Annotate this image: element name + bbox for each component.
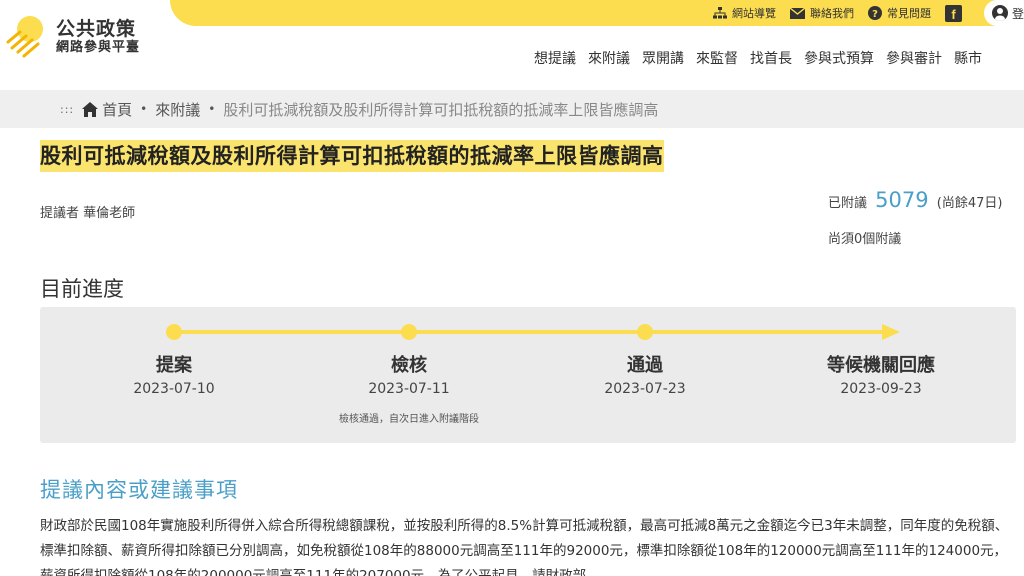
step-date: 2023-07-23 [604,381,686,397]
sitemap-link[interactable]: 網站導覽 [713,5,776,21]
contact-link[interactable]: 聯絡我們 [790,5,854,21]
faq-label: 常見問題 [887,7,931,20]
nav-item-endorse[interactable]: 來附議 [588,48,630,68]
nav-item-forum[interactable]: 眾開講 [642,48,684,68]
progress-panel: 提案 2023-07-10 檢核 2023-07-11 檢核通過，自次日進入附議… [40,307,1016,443]
site-logo[interactable]: 公共政策 網路參與平臺 [6,14,140,60]
logo-mark-icon [6,14,48,60]
progress-arrow-icon [882,324,900,340]
progress-title: 目前進度 [40,277,124,301]
proposer-info: 提議者 華倫老師 [40,206,136,221]
nav-item-budget[interactable]: 參與式預算 [804,48,874,68]
breadcrumb-separator: • [208,102,216,116]
login-button[interactable]: 登 [984,0,1024,26]
step-dot [401,324,417,340]
top-utility-bar: 網站導覽 聯絡我們 ? 常見問題 f 登 [170,0,1024,26]
mail-icon [790,7,805,19]
contact-label: 聯絡我們 [810,7,854,20]
content-section-title: 提議內容或建議事項 [40,478,238,502]
main-nav: 想提議 來附議 眾開講 來監督 找首長 參與式預算 參與審計 縣市 [534,48,994,68]
step-note: 檢核通過，自次日進入附議階段 [339,414,479,425]
nav-item-officials[interactable]: 找首長 [750,48,792,68]
step-name: 檢核 [391,355,427,376]
facebook-icon[interactable]: f [945,4,962,22]
signed-count: 5079 [875,188,929,212]
page-title: 股利可抵減稅額及股利所得計算可扣抵稅額的抵減率上限皆應調高 [40,140,664,172]
faq-link[interactable]: ? 常見問題 [868,5,931,21]
breadcrumb-separator: • [140,102,148,116]
step-date: 2023-07-11 [368,381,450,397]
breadcrumb-bar: ::: 首頁 • 來附議 • 股利可抵減稅額及股利所得計算可扣抵稅額的抵減率上限… [0,90,1024,128]
step-name: 提案 [156,355,192,376]
home-icon[interactable] [82,101,99,117]
signed-label: 已附議 [828,196,868,211]
step-name: 等候機關回應 [827,355,935,376]
signatures-needed: 尚須0個附議 [828,232,902,247]
step-dot [637,324,653,340]
sitemap-label: 網站導覽 [732,7,776,20]
step-name: 通過 [627,355,663,376]
nav-item-monitor[interactable]: 來監督 [696,48,738,68]
accesskey-marker[interactable]: ::: [60,103,74,116]
logo-title: 公共政策 [56,18,137,40]
user-icon [992,5,1008,21]
svg-text:?: ? [872,9,878,20]
breadcrumb-current: 股利可抵減稅額及股利所得計算可扣抵稅額的抵減率上限皆應調高 [223,100,659,119]
step-dot [166,324,182,340]
nav-item-propose[interactable]: 想提議 [534,48,576,68]
signature-count: 已附議 5079 (尚餘47日) [828,188,1002,212]
nav-item-audit[interactable]: 參與審計 [886,48,942,68]
proposal-body: 財政部於民國108年實施股利所得併入綜合所得稅總額課稅，並按股利所得的8.5%計… [40,518,1009,576]
step-date: 2023-09-23 [840,381,922,397]
login-label: 登 [1011,6,1024,21]
step-date: 2023-07-10 [133,381,215,397]
question-icon: ? [868,6,882,20]
progress-track [166,324,900,340]
logo-text: 公共政策 網路參與平臺 [56,18,140,56]
breadcrumb-section[interactable]: 來附議 [155,99,200,120]
breadcrumb: ::: 首頁 • 來附議 • 股利可抵減稅額及股利所得計算可扣抵稅額的抵減率上限… [60,90,658,128]
days-remaining: (尚餘47日) [936,196,1003,211]
breadcrumb-home[interactable]: 首頁 [102,99,132,120]
sitemap-icon [713,7,727,19]
nav-item-county[interactable]: 縣市 [954,48,982,68]
logo-subtitle: 網路參與平臺 [56,40,141,55]
utility-links: 網站導覽 聯絡我們 ? 常見問題 f 登 [713,0,1024,26]
